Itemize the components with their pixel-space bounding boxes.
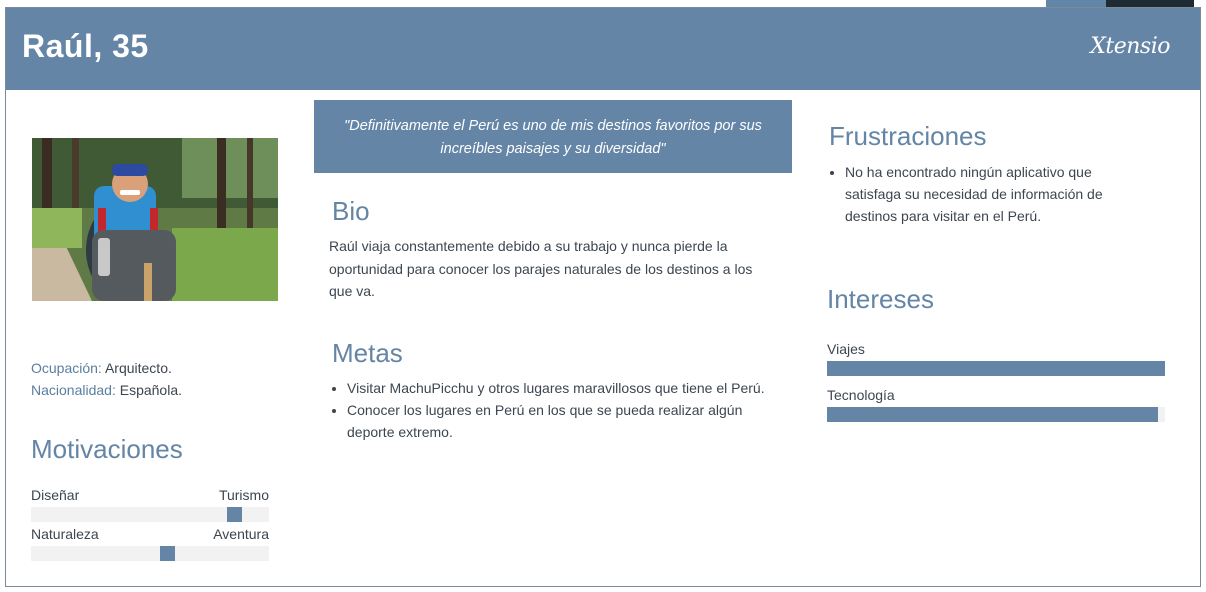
slider-track bbox=[31, 507, 269, 522]
persona-photo bbox=[32, 138, 278, 301]
interest-label: Tecnología bbox=[827, 387, 895, 403]
motivation-slider-2: Naturaleza Aventura bbox=[31, 526, 269, 561]
occupation-value: Arquitecto. bbox=[104, 360, 172, 376]
motivations-title: Motivaciones bbox=[31, 434, 183, 464]
list-item: No ha encontrado ningún aplicativo que s… bbox=[845, 161, 1147, 227]
slider-right-label: Turismo bbox=[218, 487, 269, 503]
list-item: Conocer los lugares en Perú en los que s… bbox=[347, 399, 779, 443]
slider-left-label: Diseñar bbox=[31, 487, 80, 503]
slider-track bbox=[31, 546, 269, 561]
frustrations-title: Frustraciones bbox=[829, 121, 987, 151]
interest-label: Viajes bbox=[827, 341, 865, 357]
persona-quote: "Definitivamente el Perú es uno de mis d… bbox=[314, 100, 792, 173]
nationality-row: Nacionalidad: Española. bbox=[31, 379, 182, 401]
interest-track bbox=[827, 407, 1165, 422]
list-item: Visitar MachuPicchu y otros lugares mara… bbox=[347, 377, 779, 399]
frustrations-list-wrap: No ha encontrado ningún aplicativo que s… bbox=[827, 161, 1147, 227]
interest-fill bbox=[827, 361, 1165, 376]
brand-logo: Xtensio bbox=[1090, 34, 1170, 59]
goals-title: Metas bbox=[332, 338, 403, 368]
occupation-label: Ocupación: bbox=[31, 360, 102, 376]
interests-title: Intereses bbox=[827, 284, 934, 314]
slider-left-label: Naturaleza bbox=[31, 526, 99, 542]
bio-title: Bio bbox=[332, 196, 370, 226]
hiker-photo-illustration bbox=[32, 138, 278, 301]
persona-header: Raúl, 35 Xtensio bbox=[6, 8, 1200, 90]
persona-card: Raúl, 35 Xtensio Ocupación: Arquitecto. … bbox=[5, 7, 1201, 587]
slider-right-label: Aventura bbox=[213, 526, 269, 542]
persona-info: Ocupación: Arquitecto. Nacionalidad: Esp… bbox=[31, 357, 182, 401]
motivation-slider-1: Diseñar Turismo bbox=[31, 487, 269, 522]
occupation-row: Ocupación: Arquitecto. bbox=[31, 357, 182, 379]
goals-list: Visitar MachuPicchu y otros lugares mara… bbox=[329, 377, 779, 443]
frustrations-list: No ha encontrado ningún aplicativo que s… bbox=[827, 161, 1147, 227]
nationality-value: Española. bbox=[119, 382, 183, 398]
interest-bar-1: Viajes bbox=[827, 341, 1165, 376]
interest-fill bbox=[827, 407, 1158, 422]
interest-track bbox=[827, 361, 1165, 376]
bio-text: Raúl viaja constantemente debido a su tr… bbox=[329, 238, 753, 299]
nationality-label: Nacionalidad: bbox=[31, 382, 116, 398]
interest-bar-2: Tecnología bbox=[827, 387, 1165, 422]
slider-knob[interactable] bbox=[160, 546, 175, 561]
persona-name: Raúl, 35 bbox=[22, 28, 149, 64]
slider-knob[interactable] bbox=[227, 507, 242, 522]
goals-list-wrap: Visitar MachuPicchu y otros lugares mara… bbox=[329, 377, 779, 443]
